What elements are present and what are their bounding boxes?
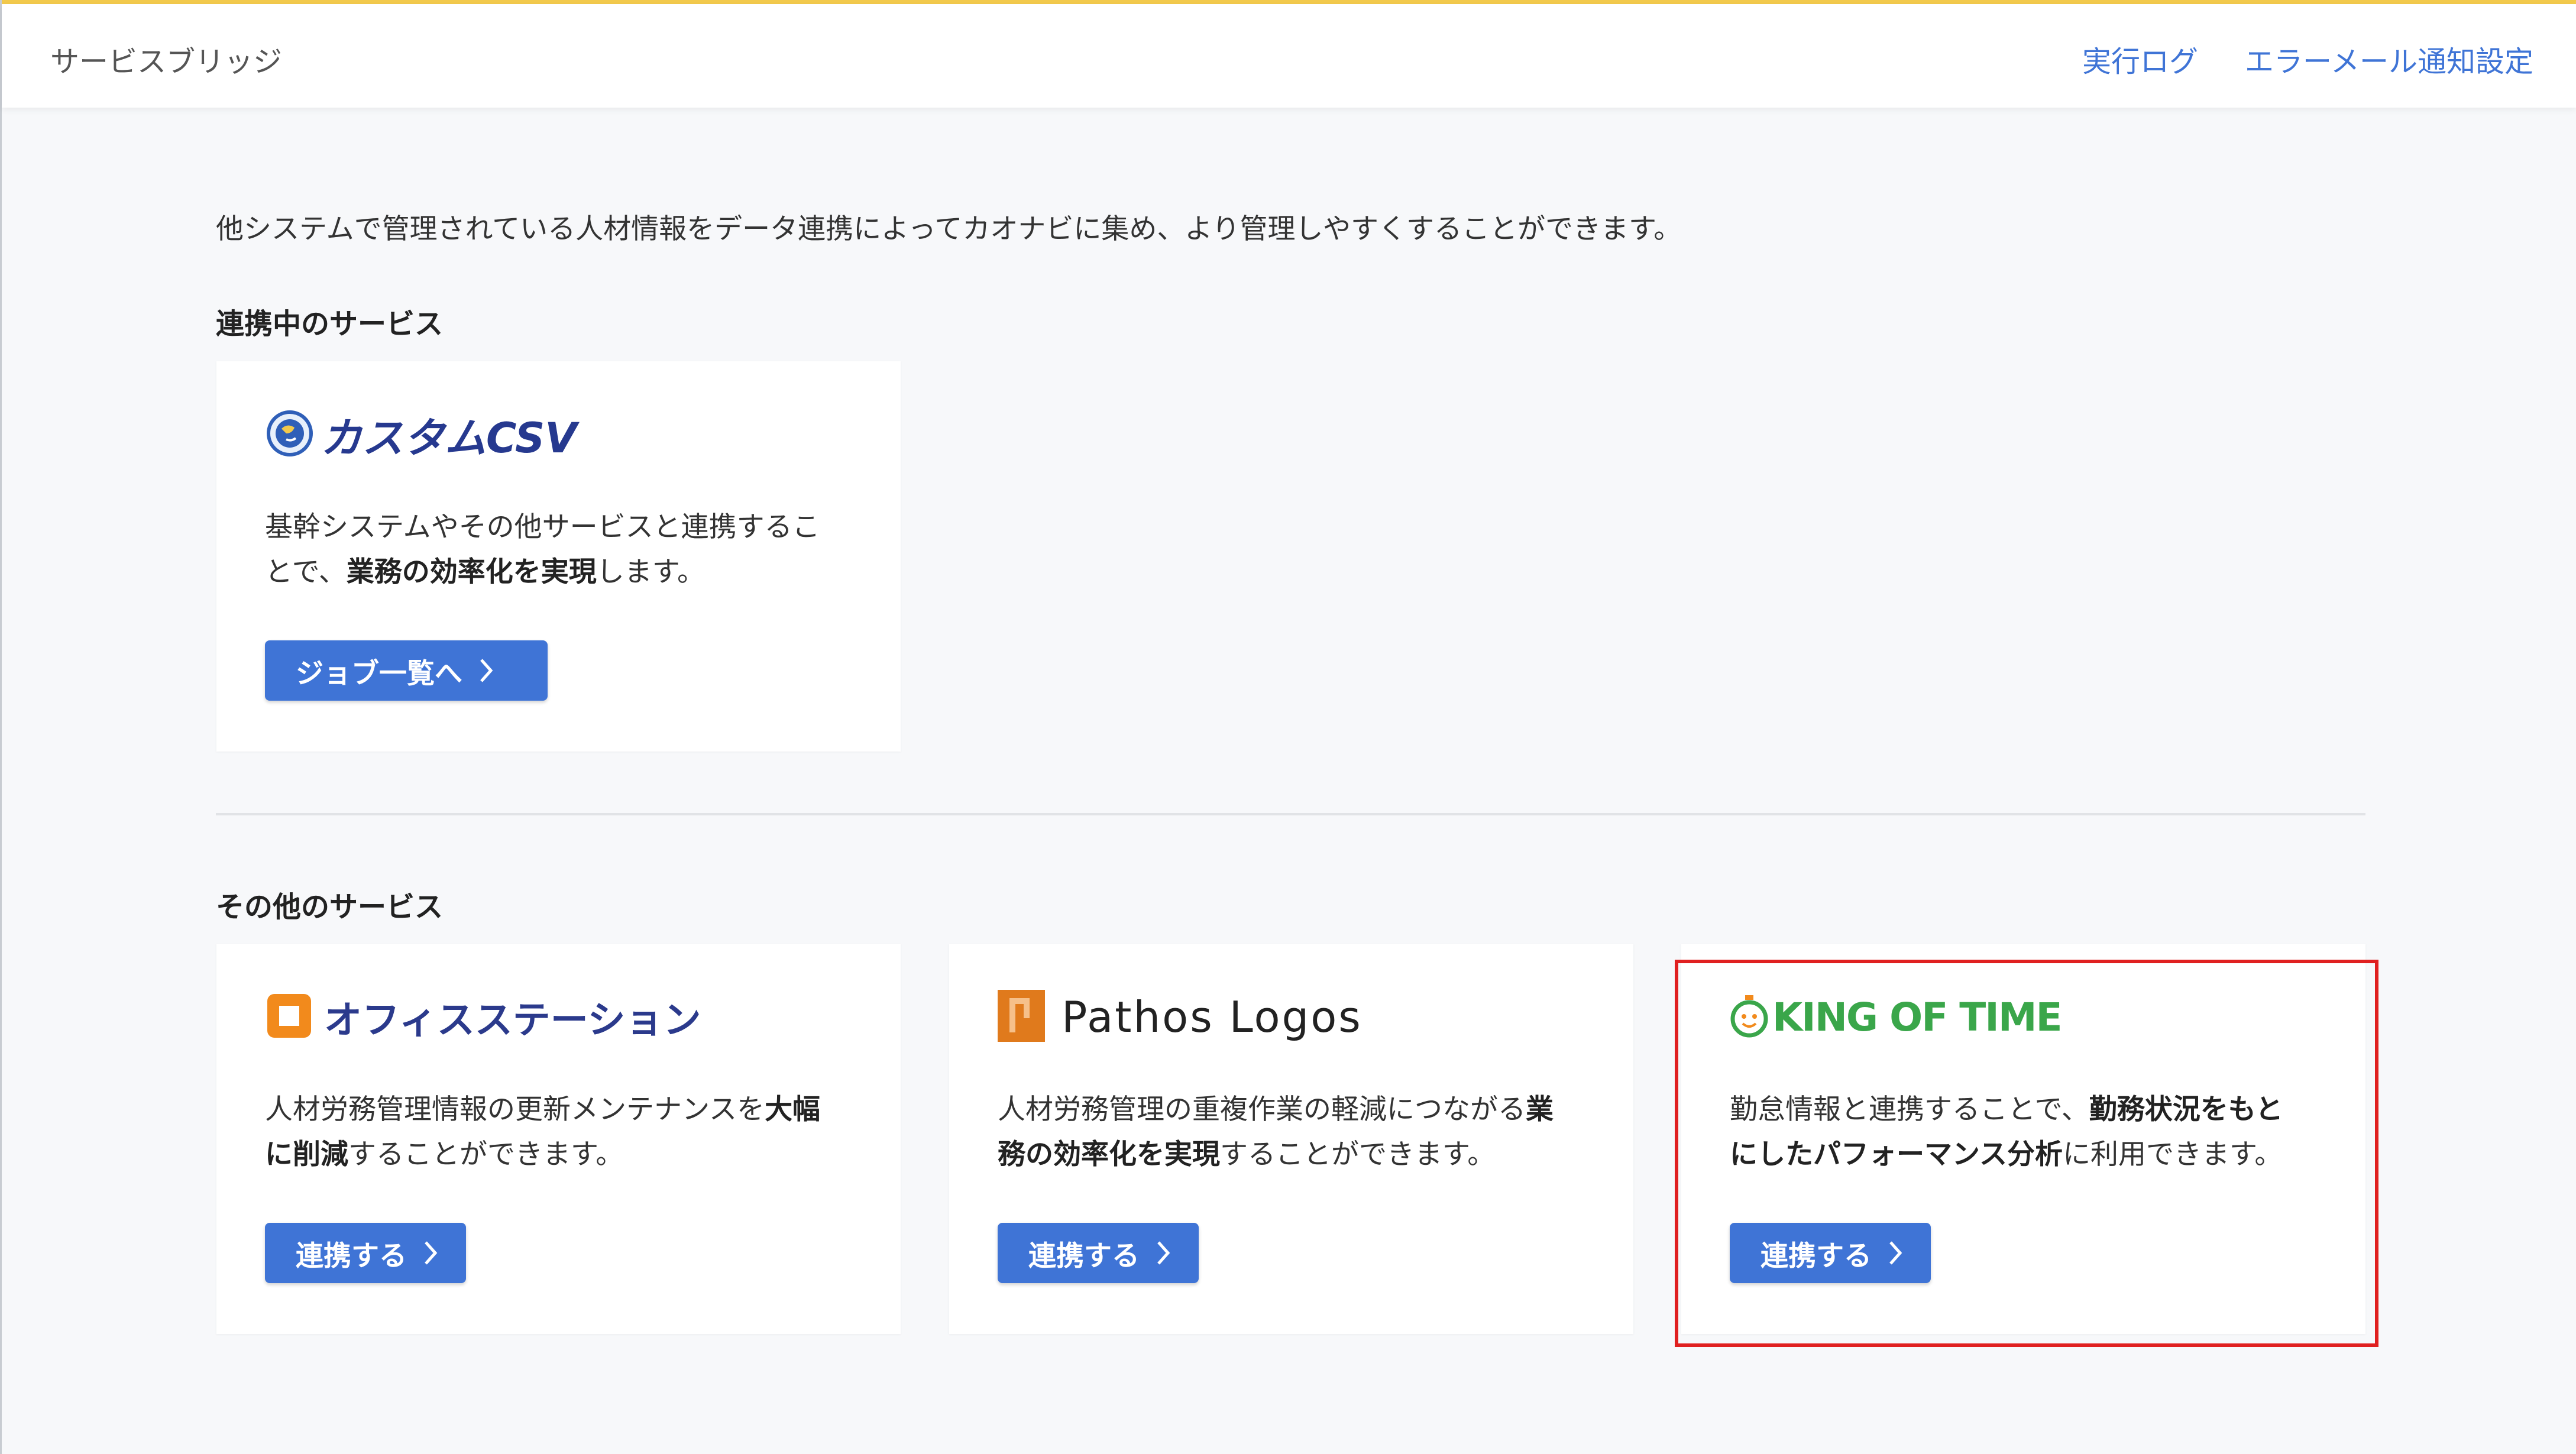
globe-icon [265, 409, 315, 461]
pathos-logos-description: 人材労務管理の重複作業の軽減につながる業 務の効率化を実現することができます。 [998, 1093, 1554, 1171]
pathos-logos-logo-text: Pathos Logos [1062, 992, 1363, 1042]
orange-square-icon [265, 992, 313, 1042]
exec-log-link[interactable]: 実行ログ [2082, 38, 2198, 80]
app-header: サービスブリッジ 実行ログ エラーメール通知設定 [2, 4, 2576, 108]
pathos-logos-connect-button[interactable]: 連携する [998, 1223, 1199, 1283]
pathos-logos-card: Pathos Logos 人材労務管理の重複作業の軽減につながる業 務の効率化を実… [949, 944, 1633, 1334]
section-divider [216, 813, 2365, 815]
chevron-right-icon [1157, 1241, 1170, 1265]
custom-csv-logo: カスタムCSV [265, 407, 577, 462]
custom-csv-card: カスタムCSV 基幹システムやその他サービスと連携するこ とで、業務の効率化を実現… [216, 361, 901, 752]
office-station-logo-text: オフィスステーション [324, 999, 701, 1042]
chevron-right-icon [425, 1241, 438, 1265]
pathos-logos-logo: Pathos Logos [998, 990, 1363, 1044]
custom-csv-description: 基幹システムやその他サービスと連携するこ とで、業務の効率化を実現します。 [265, 511, 820, 588]
custom-csv-logo-text: カスタムCSV [321, 413, 577, 462]
office-station-logo: オフィスステーション [265, 990, 701, 1044]
office-station-description: 人材労務管理情報の更新メンテナンスを大幅 に削減することができます。 [265, 1093, 821, 1171]
app-title: サービスブリッジ [50, 45, 283, 79]
top-accent-bar [0, 0, 2576, 4]
other-services-title: その他のサービス [216, 890, 444, 924]
chevron-right-icon [480, 659, 493, 682]
error-mail-settings-link[interactable]: エラーメール通知設定 [2245, 38, 2533, 80]
highlight-box [1675, 960, 2378, 1347]
intro-text: 他システムで管理されている人材情報をデータ連携によってカオナビに集め、より管理し… [216, 213, 1682, 245]
left-border [0, 0, 2, 1454]
pathos-logos-icon [998, 990, 1045, 1044]
job-list-button[interactable]: ジョブ一覧へ [265, 640, 548, 701]
office-station-card: オフィスステーション 人材労務管理情報の更新メンテナンスを大幅 に削減することがで… [216, 944, 901, 1334]
office-station-connect-button[interactable]: 連携する [265, 1223, 466, 1283]
active-services-title: 連携中のサービス [216, 307, 444, 341]
